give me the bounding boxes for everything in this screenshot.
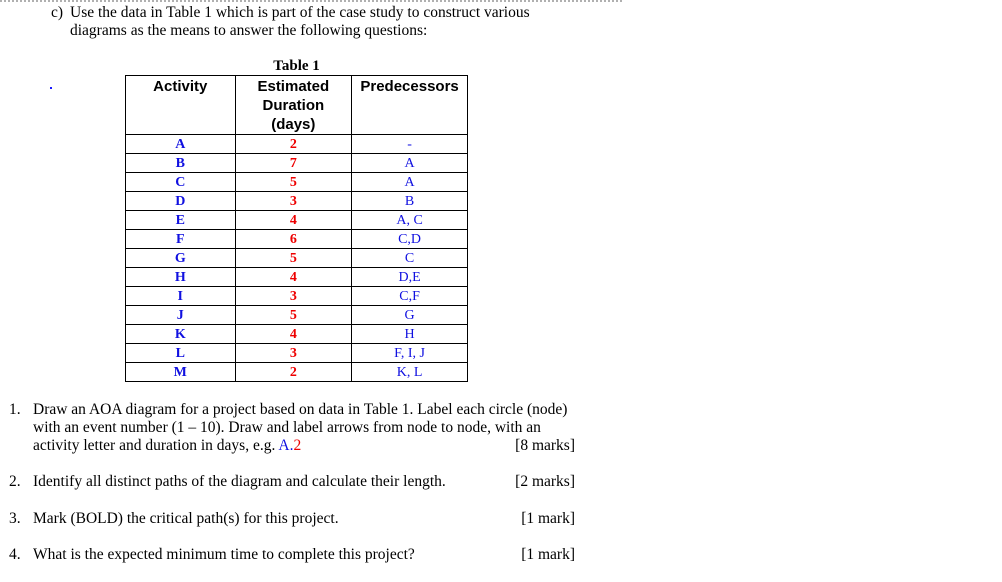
activity-cell: D — [125, 191, 236, 211]
predecessors-cell: - — [351, 134, 468, 154]
predecessors-cell: C — [351, 248, 468, 268]
header-activity: Activity — [125, 75, 236, 135]
duration-cell: 2 — [234, 362, 353, 382]
example-activity-letter: A. — [278, 437, 294, 454]
table-body: A 2- B 7 A C 5 A D 3 B E 4 A, C F 6 C,D G 5 C H 4 D,E I 3 C,F J 5 G K… — [125, 134, 468, 382]
example-duration: 2 — [293, 437, 302, 454]
activity-cell: C — [125, 172, 236, 192]
duration-cell: 3 — [234, 343, 353, 363]
table-header-row: Activity Estimated Duration (days) Prede… — [125, 75, 468, 135]
duration-cell: 5 — [234, 172, 353, 192]
duration-cell: 6 — [234, 229, 353, 249]
table-row: I 3 C,F — [125, 286, 468, 306]
stray-dot — [50, 87, 52, 89]
duration-cell: 4 — [234, 267, 353, 287]
activity-cell: G — [125, 248, 236, 268]
predecessors-cell: F, I, J — [351, 343, 468, 363]
predecessors-cell: C,D — [351, 229, 468, 249]
predecessors-cell: D,E — [351, 267, 468, 287]
question-1-line-3: activity letter and duration in days, e.… — [33, 437, 276, 454]
question-1: 1. Draw an AOA diagram for a project bas… — [9, 401, 575, 455]
header-duration: Estimated Duration (days) — [234, 75, 353, 135]
intro-paragraph: c) Use the data in Table 1 which is part … — [51, 4, 530, 40]
activity-cell: H — [125, 267, 236, 287]
duration-cell: 5 — [234, 305, 353, 325]
activity-cell: I — [125, 286, 236, 306]
predecessors-cell: B — [351, 191, 468, 211]
question-4-marks: [1 mark] — [521, 546, 575, 563]
activity-cell: L — [125, 343, 236, 363]
question-2-marks: [2 marks] — [515, 473, 575, 490]
header-predecessors: Predecessors — [351, 75, 468, 135]
question-2: 2. Identify all distinct paths of the di… — [9, 473, 575, 491]
header-duration-line-1: Estimated — [257, 78, 330, 95]
duration-cell: 7 — [234, 153, 353, 173]
page-top-border — [0, 0, 622, 2]
table-caption: Table 1 — [273, 58, 320, 74]
question-3-marks: [1 mark] — [521, 510, 575, 527]
predecessors-cell: A — [351, 172, 468, 192]
predecessors-cell: H — [351, 324, 468, 344]
header-duration-line-3: (days) — [271, 116, 316, 133]
header-duration-line-2: Duration — [262, 97, 325, 114]
activity-table: Activity Estimated Duration (days) Prede… — [125, 75, 468, 382]
table-row: J5G — [125, 305, 468, 325]
question-3-number: 3. — [9, 510, 21, 527]
predecessors-cell: A, C — [351, 210, 468, 230]
activity-cell: M — [125, 362, 236, 382]
duration-cell: 5 — [234, 248, 353, 268]
intro-line-2: diagrams as the means to answer the foll… — [70, 22, 428, 39]
table-row: G5C — [125, 248, 468, 268]
activity-cell: J — [125, 305, 236, 325]
predecessors-cell: G — [351, 305, 468, 325]
duration-cell: 2 — [234, 134, 353, 154]
question-4: 4. What is the expected minimum time to … — [9, 546, 575, 564]
question-2-number: 2. — [9, 473, 21, 490]
table-row: D3B — [125, 191, 468, 211]
activity-cell: E — [125, 210, 236, 230]
question-3: 3. Mark (BOLD) the critical path(s) for … — [9, 510, 575, 528]
table-row: L 3 F, I, J — [125, 343, 468, 363]
duration-cell: 3 — [234, 286, 353, 306]
table-row: K4H — [125, 324, 468, 344]
table-row: E 4 A, C — [125, 210, 468, 230]
activity-cell: F — [125, 229, 236, 249]
question-1-line-2: with an event number (1 – 10). Draw and … — [33, 419, 541, 436]
predecessors-cell: K, L — [351, 362, 468, 382]
question-1-line-1: Draw an AOA diagram for a project based … — [33, 401, 568, 418]
table-row: F 6 C,D — [125, 229, 468, 249]
intro-line-1: Use the data in Table 1 which is part of… — [70, 4, 530, 21]
activity-cell: B — [125, 153, 236, 173]
question-1-marks: [8 marks] — [515, 437, 575, 454]
question-4-text: What is the expected minimum time to com… — [33, 546, 415, 563]
question-2-text: Identify all distinct paths of the diagr… — [33, 473, 446, 490]
question-3-text: Mark (BOLD) the critical path(s) for thi… — [33, 510, 339, 527]
question-4-number: 4. — [9, 546, 21, 563]
table-row: C5A — [125, 172, 468, 192]
activity-cell: A — [125, 134, 236, 154]
question-1-number: 1. — [9, 401, 21, 418]
table-row: B7A — [125, 153, 468, 173]
activity-cell: K — [125, 324, 236, 344]
table-row: A2- — [125, 134, 468, 154]
intro-label: c) — [51, 4, 64, 21]
table-row: M 2 K, L — [125, 362, 468, 382]
duration-cell: 4 — [234, 210, 353, 230]
predecessors-cell: A — [351, 153, 468, 173]
table-row: H 4 D,E — [125, 267, 468, 287]
duration-cell: 4 — [234, 324, 353, 344]
predecessors-cell: C,F — [351, 286, 468, 306]
duration-cell: 3 — [234, 191, 353, 211]
